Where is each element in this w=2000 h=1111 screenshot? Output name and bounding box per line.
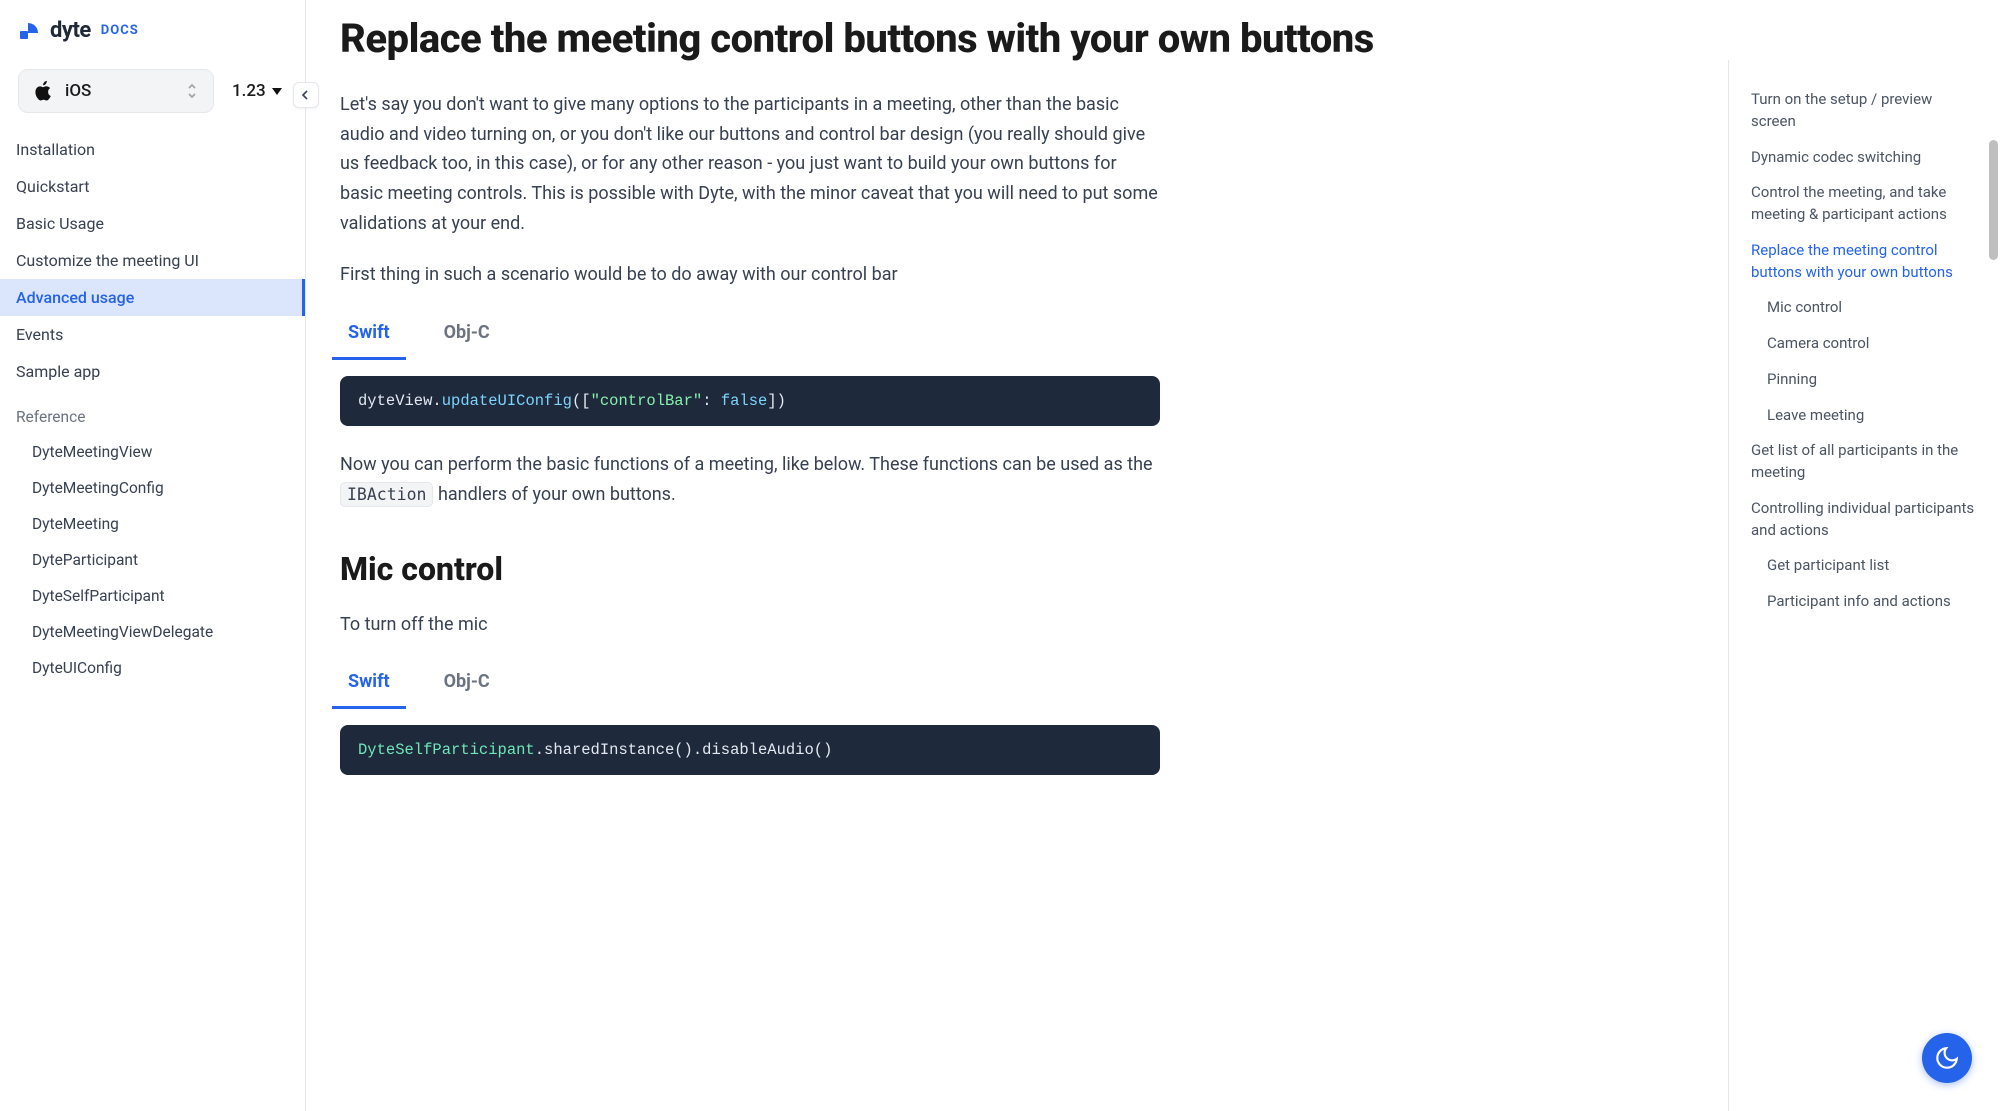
intro-paragraph-2: First thing in such a scenario would be … bbox=[340, 260, 1160, 290]
toc-participant-info[interactable]: Participant info and actions bbox=[1751, 584, 1980, 620]
toc-camera-control[interactable]: Camera control bbox=[1751, 326, 1980, 362]
chevron-up-down-icon bbox=[185, 82, 199, 100]
paragraph-3: Now you can perform the basic functions … bbox=[340, 450, 1160, 509]
nav-installation[interactable]: Installation bbox=[0, 131, 305, 168]
nav-basic-usage[interactable]: Basic Usage bbox=[0, 205, 305, 242]
ref-dytemeetingview[interactable]: DyteMeetingView bbox=[0, 434, 305, 470]
version-select[interactable]: 1.23 bbox=[232, 81, 282, 101]
nav-advanced-usage[interactable]: Advanced usage bbox=[0, 279, 305, 316]
mic-control-heading: Mic control bbox=[340, 550, 1694, 588]
toc-mic-control[interactable]: Mic control bbox=[1751, 290, 1980, 326]
moon-icon bbox=[1934, 1045, 1960, 1071]
code-block-1[interactable]: dyteView.updateUIConfig(["controlBar": f… bbox=[340, 376, 1160, 426]
toc-control-meeting[interactable]: Control the meeting, and take meeting & … bbox=[1751, 175, 1980, 233]
brand-docs-label: DOCS bbox=[101, 23, 139, 38]
nav-events[interactable]: Events bbox=[0, 316, 305, 353]
brand-name: dyte bbox=[50, 18, 91, 43]
toc-controlling-participants[interactable]: Controlling individual participants and … bbox=[1751, 491, 1980, 549]
platform-label: iOS bbox=[65, 81, 175, 101]
chevron-left-icon bbox=[301, 90, 311, 100]
inline-code-ibaction: IBAction bbox=[340, 482, 433, 507]
collapse-sidebar-button[interactable] bbox=[293, 82, 319, 108]
ref-dyteuiconfig[interactable]: DyteUIConfig bbox=[0, 650, 305, 686]
code-tabs-1: Swift Obj-C bbox=[340, 312, 1694, 360]
toc-leave-meeting[interactable]: Leave meeting bbox=[1751, 398, 1980, 434]
toc-get-participant-list[interactable]: Get participant list bbox=[1751, 548, 1980, 584]
sidebar-nav: Installation Quickstart Basic Usage Cust… bbox=[0, 131, 305, 1111]
ref-dytemeetingconfig[interactable]: DyteMeetingConfig bbox=[0, 470, 305, 506]
version-label: 1.23 bbox=[232, 81, 266, 101]
nav-sample-app[interactable]: Sample app bbox=[0, 353, 305, 390]
tab-swift-2[interactable]: Swift bbox=[340, 661, 398, 708]
tab-objc[interactable]: Obj-C bbox=[436, 312, 498, 359]
ref-dyteselfparticipant[interactable]: DyteSelfParticipant bbox=[0, 578, 305, 614]
intro-paragraph-1: Let's say you don't want to give many op… bbox=[340, 90, 1160, 238]
caret-down-icon bbox=[272, 88, 282, 95]
platform-select[interactable]: iOS bbox=[18, 69, 214, 113]
ref-dytemeetingviewdelegate[interactable]: DyteMeetingViewDelegate bbox=[0, 614, 305, 650]
code-block-2[interactable]: DyteSelfParticipant.sharedInstance().dis… bbox=[340, 725, 1160, 775]
code-tabs-2: Swift Obj-C bbox=[340, 661, 1694, 709]
ref-dyteparticipant[interactable]: DyteParticipant bbox=[0, 542, 305, 578]
content-scroll[interactable]: Replace the meeting control buttons with… bbox=[306, 0, 1728, 1111]
reference-section-label: Reference bbox=[0, 390, 305, 434]
brand-header[interactable]: dyte DOCS bbox=[0, 0, 305, 53]
mic-paragraph: To turn off the mic bbox=[340, 610, 1160, 640]
ref-dytemeeting[interactable]: DyteMeeting bbox=[0, 506, 305, 542]
sidebar: dyte DOCS iOS 1.23 Installation bbox=[0, 0, 306, 1111]
scrollbar-thumb[interactable] bbox=[1989, 140, 1998, 260]
page-title: Replace the meeting control buttons with… bbox=[340, 14, 1694, 64]
toc-pinning[interactable]: Pinning bbox=[1751, 362, 1980, 398]
table-of-contents: Turn on the setup / preview screen Dynam… bbox=[1728, 60, 2000, 1111]
toc-replace-buttons[interactable]: Replace the meeting control buttons with… bbox=[1751, 233, 1980, 291]
tab-swift[interactable]: Swift bbox=[340, 312, 398, 359]
theme-toggle-button[interactable] bbox=[1922, 1033, 1972, 1083]
toc-get-participants[interactable]: Get list of all participants in the meet… bbox=[1751, 433, 1980, 491]
sidebar-selectors: iOS 1.23 bbox=[0, 53, 305, 131]
toc-dynamic-codec[interactable]: Dynamic codec switching bbox=[1751, 140, 1980, 176]
nav-customize-ui[interactable]: Customize the meeting UI bbox=[0, 242, 305, 279]
nav-quickstart[interactable]: Quickstart bbox=[0, 168, 305, 205]
toc-setup-preview[interactable]: Turn on the setup / preview screen bbox=[1751, 82, 1980, 140]
dyte-logo-icon bbox=[18, 19, 42, 43]
apple-icon bbox=[33, 80, 55, 102]
main: Replace the meeting control buttons with… bbox=[306, 0, 2000, 1111]
tab-objc-2[interactable]: Obj-C bbox=[436, 661, 498, 708]
